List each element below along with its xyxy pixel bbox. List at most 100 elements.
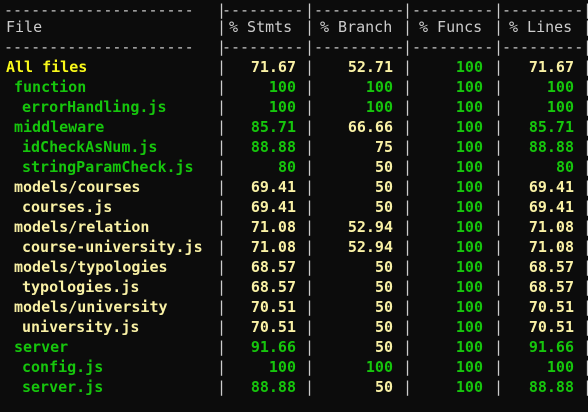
- branch-cell: 50: [374, 298, 393, 316]
- funcs-cell: 100: [455, 238, 483, 256]
- funcs-cell: 100: [455, 158, 483, 176]
- stmts-cell: 100: [268, 78, 296, 96]
- column-separator: |: [583, 178, 588, 196]
- funcs-cell: 100: [455, 358, 483, 376]
- column-separator: |: [217, 158, 227, 176]
- lines-cell: 100: [546, 358, 574, 376]
- column-separator: |: [217, 198, 227, 216]
- column-separator: |: [403, 98, 413, 116]
- branch-cell: 100: [365, 78, 393, 96]
- column-separator: |: [217, 138, 227, 156]
- branch-cell: 66.66: [347, 118, 393, 136]
- column-separator: |: [403, 198, 413, 216]
- column-separator: |: [403, 218, 413, 236]
- stmts-cell: 69.41: [250, 198, 296, 216]
- header-stmts: % Stmts: [229, 18, 293, 36]
- funcs-cell: 100: [455, 298, 483, 316]
- file-name-cell: server.js: [22, 378, 104, 396]
- file-name-cell: university.js: [22, 318, 140, 336]
- column-separator: |: [305, 298, 315, 316]
- column-separator: |: [403, 318, 413, 336]
- column-separator: |: [305, 78, 315, 96]
- stmts-cell: 88.88: [250, 138, 296, 156]
- stmts-cell: 91.66: [250, 338, 296, 356]
- lines-cell: 71.08: [528, 238, 574, 256]
- column-separator: |: [305, 378, 315, 396]
- header-funcs: % Funcs: [419, 18, 483, 36]
- header-rule-file: ---------------------: [4, 38, 194, 56]
- column-separator: |: [305, 278, 315, 296]
- column-separator: |: [217, 258, 227, 276]
- file-name-cell: function: [14, 78, 87, 96]
- column-separator: |: [494, 58, 504, 76]
- column-separator: |: [583, 338, 588, 356]
- column-separator: |: [583, 258, 588, 276]
- lines-cell: 88.88: [528, 378, 574, 396]
- stmts-cell: 85.71: [250, 118, 296, 136]
- column-separator: |: [494, 118, 504, 136]
- file-name-cell: errorHandling.js: [22, 98, 167, 116]
- coverage-report: --------------------- --------- --------…: [0, 0, 588, 412]
- file-name-cell: models/courses: [14, 178, 141, 196]
- funcs-cell: 100: [455, 118, 483, 136]
- branch-cell: 52.71: [347, 58, 393, 76]
- column-separator: |: [583, 318, 588, 336]
- file-name-cell: courses.js: [22, 198, 113, 216]
- column-separator: |: [494, 338, 504, 356]
- file-name-cell: server: [14, 338, 69, 356]
- branch-cell: 50: [374, 198, 393, 216]
- header-rule-branch: ----------: [314, 38, 405, 56]
- column-separator: |: [583, 98, 588, 116]
- column-separator: |: [583, 358, 588, 376]
- column-separator: |: [494, 178, 504, 196]
- column-separator: |: [305, 318, 315, 336]
- funcs-cell: 100: [455, 378, 483, 396]
- column-separator: |: [217, 218, 227, 236]
- column-separator: |: [494, 298, 504, 316]
- column-separator: |: [403, 378, 413, 396]
- column-separator: |: [305, 258, 315, 276]
- column-separator: |: [583, 118, 588, 136]
- funcs-cell: 100: [455, 78, 483, 96]
- column-separator: |: [403, 58, 413, 76]
- column-separator: |: [305, 118, 315, 136]
- file-name-cell: models/university: [14, 298, 168, 316]
- column-separator: |: [305, 178, 315, 196]
- column-separator: |: [305, 58, 315, 76]
- file-name-cell: models/typologies: [14, 258, 168, 276]
- column-separator: |: [305, 158, 315, 176]
- funcs-cell: 100: [455, 318, 483, 336]
- column-separator: |: [403, 78, 413, 96]
- stmts-cell: 100: [268, 358, 296, 376]
- lines-cell: 85.71: [528, 118, 574, 136]
- column-separator: |: [494, 238, 504, 256]
- branch-cell: 100: [365, 98, 393, 116]
- column-separator: |: [494, 138, 504, 156]
- column-separator: |: [494, 378, 504, 396]
- file-name-cell: typologies.js: [22, 278, 140, 296]
- header-branch: % Branch: [320, 18, 393, 36]
- column-separator: |: [494, 78, 504, 96]
- stmts-cell: 71.08: [250, 218, 296, 236]
- header-rule-lines: ---------: [502, 38, 584, 56]
- lines-cell: 70.51: [528, 298, 574, 316]
- stmts-cell: 68.57: [250, 278, 296, 296]
- funcs-cell: 100: [455, 218, 483, 236]
- funcs-cell: 100: [455, 138, 483, 156]
- lines-cell: 68.57: [528, 278, 574, 296]
- column-separator: |: [403, 158, 413, 176]
- file-name-cell: middleware: [14, 118, 105, 136]
- branch-cell: 50: [374, 158, 393, 176]
- stmts-cell: 100: [268, 98, 296, 116]
- stmts-cell: 71.67: [250, 58, 296, 76]
- column-separator: |: [583, 298, 588, 316]
- file-name-cell: idCheckAsNum.js: [22, 138, 158, 156]
- column-separator: |: [305, 38, 315, 56]
- column-separator: |: [403, 298, 413, 316]
- column-separator: |: [217, 378, 227, 396]
- header-lines: % Lines: [509, 18, 573, 36]
- column-separator: |: [494, 198, 504, 216]
- column-separator: |: [403, 118, 413, 136]
- branch-cell: 52.94: [347, 238, 393, 256]
- column-separator: |: [494, 98, 504, 116]
